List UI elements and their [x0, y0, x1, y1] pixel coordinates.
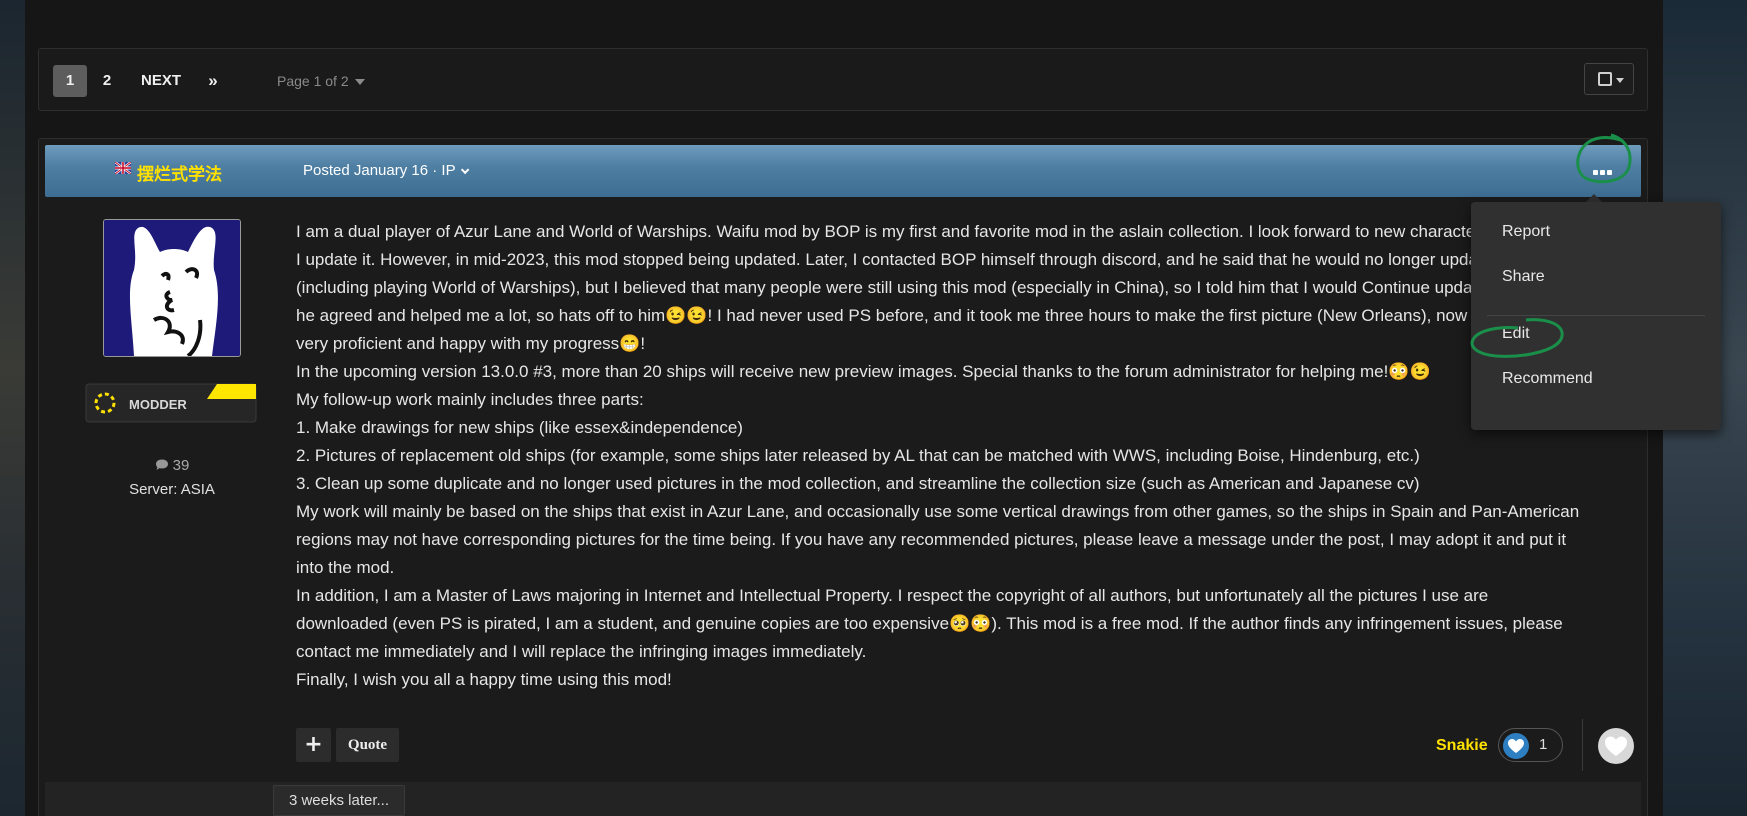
menu-item-recommend[interactable]: Recommend — [1502, 370, 1593, 388]
avatar-image — [104, 220, 240, 356]
post-count-value: 39 — [172, 457, 190, 474]
content-line: downloaded (even PS is pirated, I am a s… — [296, 614, 1563, 633]
content-line: My work will mainly be based on the ship… — [296, 502, 1580, 521]
content-line: (including playing World of Warships), b… — [296, 278, 1518, 297]
page-1-link[interactable]: 1 — [53, 65, 87, 97]
menu-item-share[interactable]: Share — [1502, 268, 1545, 286]
caret-down-icon — [354, 79, 365, 86]
post-date-label: Posted January 16 · IP — [303, 162, 456, 179]
post-count: 39 — [99, 457, 245, 474]
multi-select-button[interactable] — [1584, 63, 1634, 95]
content-line: regions may not have corresponding pictu… — [296, 530, 1567, 549]
menu-caret — [1586, 194, 1602, 202]
post: 摆烂式学法 Posted January 16 · IP MODDER 39 S… — [38, 133, 1648, 816]
background-left — [0, 0, 25, 816]
annotation-circle — [1470, 318, 1564, 358]
content-line: I update it. However, in mid-2023, this … — [296, 250, 1562, 269]
post-content: I am a dual player of Azur Lane and Worl… — [296, 218, 1636, 694]
post-header: 摆烂式学法 Posted January 16 · IP — [45, 133, 1641, 197]
content-line: contact me immediately and I will replac… — [296, 642, 867, 661]
divider — [1582, 719, 1583, 771]
author-avatar[interactable] — [103, 219, 241, 357]
rank-label: MODDER — [129, 397, 187, 412]
content-line: 3. Clean up some duplicate and no longer… — [296, 474, 1420, 493]
author-name-link[interactable]: 摆烂式学法 — [137, 160, 222, 185]
last-page-link[interactable]: » — [201, 65, 225, 97]
chevron-down-icon — [460, 165, 469, 175]
modder-rank-badge: MODDER — [85, 383, 257, 423]
content-line: 1. Make drawings for new ships (like ess… — [296, 418, 743, 437]
content-line: into the mod. — [296, 558, 395, 577]
comment-icon — [155, 459, 168, 470]
content-line: In addition, I am a Master of Laws major… — [296, 586, 1489, 605]
content-line: Finally, I wish you all a happy time usi… — [296, 670, 672, 689]
heart-icon — [1605, 736, 1627, 756]
page-2-link[interactable]: 2 — [97, 65, 117, 97]
next-page-link[interactable]: NEXT — [133, 65, 189, 97]
multiquote-button[interactable]: + — [296, 728, 331, 762]
page: 1 2 NEXT » Page 1 of 2 摆烂式学法 Posted Janu… — [25, 0, 1663, 816]
heart-icon — [1503, 733, 1529, 759]
reaction-count-pill[interactable]: 1 — [1498, 728, 1563, 762]
content-line: In the upcoming version 13.0.0 #3, more … — [296, 362, 1431, 381]
content-line: very proficient and happy with my progre… — [296, 334, 646, 353]
like-button[interactable] — [1598, 728, 1634, 764]
caret-down-icon — [1616, 78, 1624, 83]
time-gap-label: 3 weeks later... — [273, 785, 405, 816]
reaction-count: 1 — [1539, 736, 1548, 753]
content-line: I am a dual player of Azur Lane and Worl… — [296, 222, 1573, 241]
server-label: Server: ASIA — [129, 481, 215, 498]
content-line: 2. Pictures of replacement old ships (fo… — [296, 446, 1420, 465]
liker-name-link[interactable]: Snakie — [1436, 737, 1488, 755]
content-line: he agreed and helped me a lot, so hats o… — [296, 306, 1506, 325]
post-date[interactable]: Posted January 16 · IP — [303, 162, 469, 179]
checkbox-icon — [1598, 72, 1612, 86]
pagination-bar: 1 2 NEXT » Page 1 of 2 — [38, 48, 1648, 111]
uk-flag-icon — [115, 162, 131, 174]
page-jump-dropdown[interactable]: Page 1 of 2 — [277, 73, 365, 89]
content-line: My follow-up work mainly includes three … — [296, 390, 644, 409]
quote-button[interactable]: Quote — [336, 728, 399, 762]
page-info-label: Page 1 of 2 — [277, 73, 349, 89]
menu-item-report[interactable]: Report — [1502, 223, 1550, 241]
annotation-circle — [1576, 133, 1632, 184]
